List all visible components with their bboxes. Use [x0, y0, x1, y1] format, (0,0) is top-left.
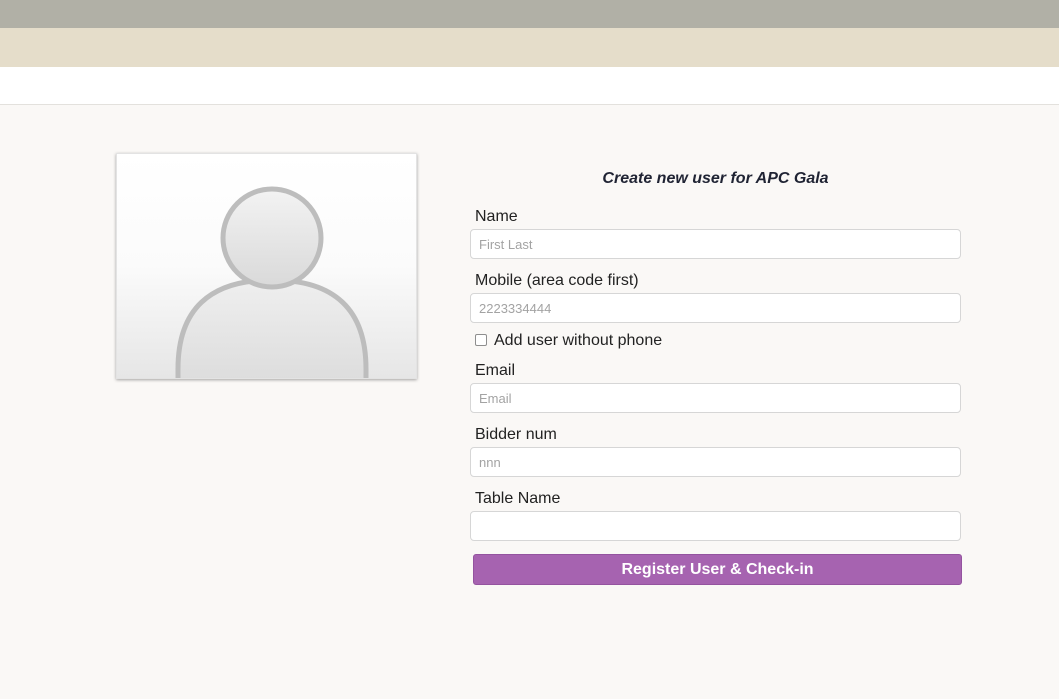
no-phone-option[interactable]: Add user without phone: [475, 332, 662, 350]
email-input[interactable]: [470, 383, 961, 413]
avatar-placeholder[interactable]: [116, 153, 417, 379]
form-title: Create new user for APC Gala: [602, 170, 829, 187]
no-phone-label: Add user without phone: [494, 332, 663, 349]
name-label: Name: [475, 208, 518, 225]
mobile-input[interactable]: [470, 293, 961, 323]
bidder-num-input[interactable]: [470, 447, 961, 477]
nav-bar: [0, 67, 1059, 105]
no-phone-checkbox[interactable]: [475, 334, 487, 346]
table-name-label: Table Name: [475, 490, 561, 507]
email-label: Email: [475, 362, 516, 379]
top-bar: [0, 0, 1059, 28]
table-name-input[interactable]: [470, 511, 961, 541]
name-input[interactable]: [470, 229, 961, 259]
register-checkin-button[interactable]: Register User & Check-in: [473, 554, 962, 585]
mobile-label: Mobile (area code first): [475, 272, 639, 289]
secondary-bar: [0, 28, 1059, 67]
bidder-num-label: Bidder num: [475, 426, 557, 443]
default-user-avatar-icon: [175, 186, 369, 378]
